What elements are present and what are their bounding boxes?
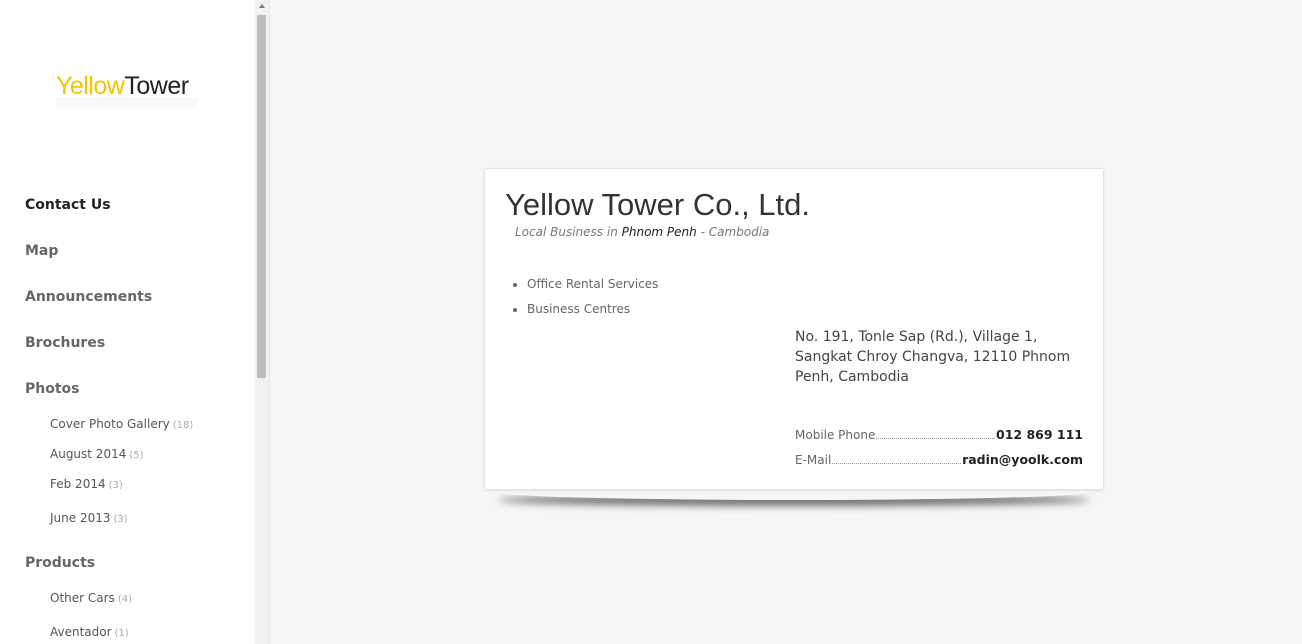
address: No. 191, Tonle Sap (Rd.), Village 1, San…	[795, 329, 1071, 385]
album-label: Feb 2014	[50, 477, 106, 491]
logo-text-yellow: Yellow	[56, 72, 125, 100]
services-list: Office Rental Services Business Centres	[509, 277, 658, 327]
service-item: Office Rental Services	[527, 277, 658, 302]
album-label: Cover Photo Gallery	[50, 417, 170, 431]
product-aventador[interactable]: Aventador (1)	[50, 625, 129, 639]
album-count: (5)	[129, 450, 144, 461]
scroll-thumb[interactable]	[257, 15, 266, 378]
company-name: Yellow Tower Co., Ltd.	[505, 187, 811, 222]
scroll-up-arrow-icon[interactable]	[259, 4, 265, 8]
business-card: Yellow Tower Co., Ltd. Local Business in…	[484, 168, 1104, 490]
logo-text-tower: Tower	[124, 72, 189, 100]
product-label: Aventador	[50, 625, 112, 639]
city-link[interactable]: Phnom Penh	[622, 225, 697, 239]
email-label: E-Mail	[795, 453, 832, 467]
yellow-tower-logo[interactable]: YellowTower	[56, 72, 189, 101]
product-other-cars[interactable]: Other Cars (4)	[50, 591, 132, 605]
nav-products[interactable]: Products	[25, 555, 95, 571]
album-june-2013[interactable]: June 2013 (3)	[50, 511, 128, 525]
album-label: August 2014	[50, 447, 127, 461]
dotted-leader	[876, 437, 996, 439]
email-row: E-Mail radin@yoolk.com	[795, 452, 1083, 468]
sidebar: YellowTower Contact Us Map Announcements…	[0, 0, 255, 644]
category-text: Local Business in	[515, 225, 618, 239]
mobile-phone-value[interactable]: 012 869 111	[996, 427, 1083, 442]
album-august-2014[interactable]: August 2014 (5)	[50, 447, 144, 461]
nav-photos[interactable]: Photos	[25, 381, 80, 397]
nav-announcements[interactable]: Announcements	[25, 289, 152, 305]
album-label: June 2013	[50, 511, 111, 525]
product-count: (4)	[117, 594, 132, 605]
album-count: (3)	[108, 480, 123, 491]
product-label: Other Cars	[50, 591, 115, 605]
mobile-phone-label: Mobile Phone	[795, 428, 876, 442]
business-category: Local Business in Phnom Penh - Cambodia	[515, 225, 769, 239]
service-item: Business Centres	[527, 302, 658, 327]
album-cover-photo-gallery[interactable]: Cover Photo Gallery (18)	[50, 417, 193, 431]
album-feb-2014[interactable]: Feb 2014 (3)	[50, 477, 123, 491]
dotted-leader	[832, 462, 962, 464]
product-count: (1)	[114, 628, 129, 639]
nav-brochures[interactable]: Brochures	[25, 335, 105, 351]
sidebar-scrollbar[interactable]	[255, 0, 270, 644]
nav-contact-us[interactable]: Contact Us	[25, 197, 111, 213]
logo-reflection	[56, 98, 198, 112]
mobile-phone-row: Mobile Phone 012 869 111	[795, 427, 1083, 443]
country-text: - Cambodia	[700, 225, 770, 239]
album-count: (18)	[172, 420, 194, 431]
nav-map[interactable]: Map	[25, 243, 58, 259]
album-count: (3)	[113, 514, 128, 525]
email-value[interactable]: radin@yoolk.com	[962, 452, 1083, 467]
